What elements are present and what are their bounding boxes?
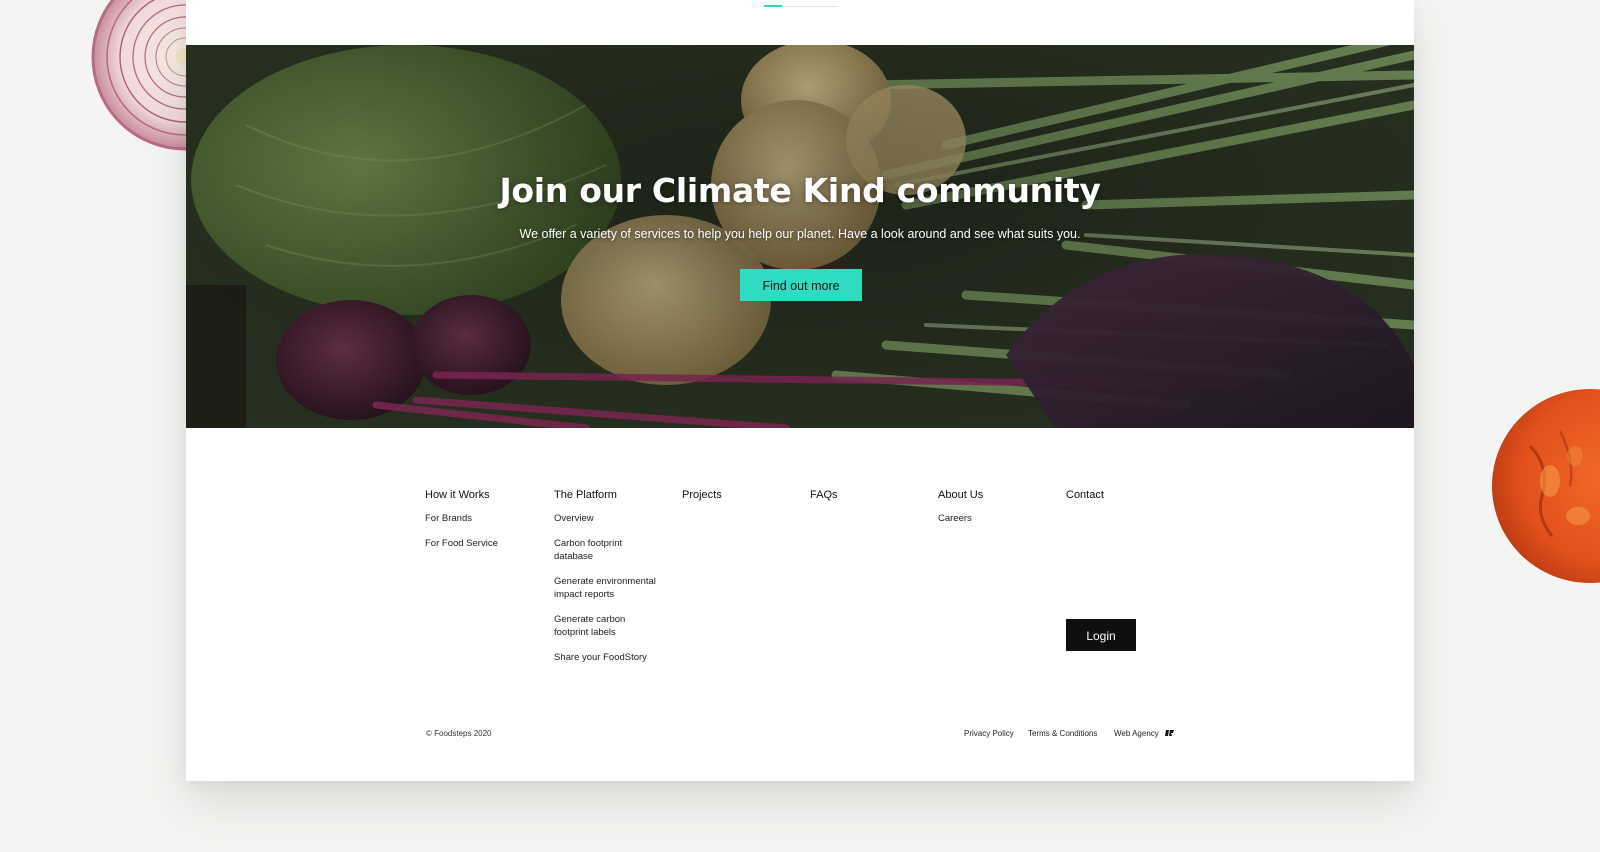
page-card: Join our Climate Kind community We offer…	[186, 0, 1414, 781]
header-strip	[186, 0, 1414, 45]
hero-title: Join our Climate Kind community	[499, 171, 1101, 210]
web-agency-link[interactable]: Web Agency	[1114, 729, 1159, 738]
page-stage: Join our Climate Kind community We offer…	[0, 0, 1600, 852]
footer-column-about-us: About Us Careers	[938, 489, 1058, 537]
scroll-indicator-track	[782, 6, 838, 7]
footer-link-carbon-footprint-database[interactable]: Carbon footprint database	[554, 537, 646, 563]
find-out-more-button[interactable]: Find out more	[740, 269, 862, 301]
footer-link-for-food-service[interactable]: For Food Service	[425, 537, 545, 550]
footer-heading-how-it-works[interactable]: How it Works	[425, 489, 545, 501]
terms-conditions-link[interactable]: Terms & Conditions	[1028, 729, 1097, 738]
footer-heading-the-platform[interactable]: The Platform	[554, 489, 669, 501]
web-agency-logo-icon[interactable]	[1165, 728, 1175, 738]
hero-subtitle: We offer a variety of services to help y…	[519, 227, 1081, 241]
login-button[interactable]: Login	[1066, 619, 1136, 651]
hero-banner: Join our Climate Kind community We offer…	[186, 45, 1414, 428]
footer-link-for-brands[interactable]: For Brands	[425, 512, 545, 525]
footer-heading-contact[interactable]: Contact	[1066, 489, 1186, 501]
scroll-indicator-active	[764, 5, 782, 7]
footer-heading-faqs[interactable]: FAQs	[810, 489, 930, 501]
tomato-slice-decoration	[1492, 389, 1600, 583]
footer-link-generate-carbon-labels[interactable]: Generate carbon footprint labels	[554, 613, 644, 639]
footer-link-generate-environmental-reports[interactable]: Generate environmental impact reports	[554, 575, 666, 601]
footer-heading-projects[interactable]: Projects	[682, 489, 802, 501]
copyright-text: © Foodsteps 2020	[426, 729, 492, 738]
footer-link-careers[interactable]: Careers	[938, 512, 1058, 525]
footer-column-how-it-works: How it Works For Brands For Food Service	[425, 489, 545, 562]
footer-column-the-platform: The Platform Overview Carbon footprint d…	[554, 489, 669, 676]
privacy-policy-link[interactable]: Privacy Policy	[964, 729, 1014, 738]
site-footer: How it Works For Brands For Food Service…	[186, 428, 1414, 781]
footer-column-faqs: FAQs	[810, 489, 930, 512]
footer-link-share-foodstory[interactable]: Share your FoodStory	[554, 651, 669, 664]
footer-column-contact: Contact	[1066, 489, 1186, 512]
footer-column-projects: Projects	[682, 489, 802, 512]
footer-heading-about-us[interactable]: About Us	[938, 489, 1058, 501]
footer-link-overview[interactable]: Overview	[554, 512, 669, 525]
